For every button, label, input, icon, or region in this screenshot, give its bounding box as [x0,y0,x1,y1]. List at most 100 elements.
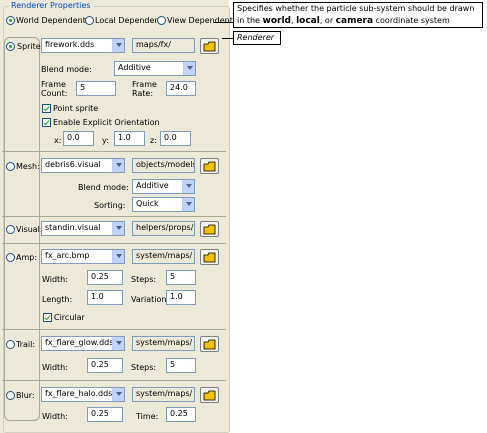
radio-view-label: View Dependent [167,16,233,25]
group-title: Renderer Properties [9,0,93,11]
radio-blur[interactable] [6,391,15,400]
section-divider [2,243,226,244]
amp-variation-input[interactable]: 1.0 [166,290,196,305]
chevron-down-icon [112,159,124,172]
section-divider [2,380,226,381]
orient-x-label: x: [54,136,62,145]
sprite-file-dropdown[interactable]: firework.dds [41,38,125,53]
amp-steps-label: Steps: [131,275,157,284]
folder-icon [203,161,216,172]
trail-width-input[interactable]: 0.25 [87,358,123,373]
folder-icon [203,224,216,235]
blur-width-input[interactable]: 0.25 [87,407,123,422]
mesh-browse-button[interactable] [200,158,219,174]
radio-local-dependent[interactable] [85,16,94,25]
orient-x-input[interactable]: 0.0 [63,131,94,146]
mesh-path-field: objects/models/ [132,158,195,173]
radio-local-label: Local Dependent [95,16,163,25]
blur-time-input[interactable]: 0.25 [166,407,196,422]
radio-world-dependent[interactable] [6,16,15,25]
tooltip-line1: Specifies whether the particle sub-syste… [237,4,475,13]
blur-file-dropdown[interactable]: fx_flare_halo.dds [41,387,125,402]
circular-checkbox[interactable] [43,313,52,322]
renderer-callout: Renderer [233,31,281,45]
trail-file-dropdown[interactable]: fx_flare_glow.dds [41,336,125,351]
amp-browse-button[interactable] [200,249,219,265]
sprite-path-field: maps/fx/ [132,38,195,53]
point-sprite-checkbox[interactable] [42,104,51,113]
visual-path-field: helpers/props/ [132,221,195,236]
amp-width-input[interactable]: 0.25 [87,270,123,285]
orient-z-input[interactable]: 0.0 [160,131,191,146]
trail-steps-input[interactable]: 5 [166,358,196,373]
amp-variation-label: Variation: [131,295,170,304]
radio-mesh[interactable] [6,162,15,171]
visual-label: Visual: [16,225,43,234]
chevron-down-icon [112,337,124,350]
sprite-blend-label: Blend mode: [41,65,92,74]
section-divider [2,216,226,217]
tooltip-line2: in the world, local, or camera coordinat… [237,16,450,26]
folder-icon [203,252,216,263]
folder-icon [203,41,216,52]
radio-world-label: World Dependent [16,16,86,25]
trail-browse-button[interactable] [200,336,219,352]
chevron-down-icon [183,62,195,75]
trail-path-field: system/maps/ [132,336,195,351]
blur-browse-button[interactable] [200,387,219,403]
folder-icon [203,390,216,401]
chevron-down-icon [112,39,124,52]
chevron-down-icon [112,388,124,401]
mesh-sorting-dropdown[interactable]: Quick [132,197,195,212]
sprite-blend-dropdown[interactable]: Additive [114,61,196,76]
mesh-blend-dropdown[interactable]: Additive [132,179,195,194]
circular-label: Circular [54,313,85,322]
blur-width-label: Width: [42,412,68,421]
radio-visual[interactable] [6,225,15,234]
sprite-label: Sprite [17,42,41,51]
mesh-file-dropdown[interactable]: debris6.visual [41,158,125,173]
point-sprite-label: Point sprite [53,104,99,113]
chevron-down-icon [182,180,194,193]
section-divider [2,329,226,330]
trail-label: Trail: [16,340,36,349]
radio-amp[interactable] [6,253,15,262]
amp-label: Amp: [16,253,38,262]
chevron-down-icon [112,222,124,235]
mesh-sorting-label: Sorting: [94,201,126,210]
orient-y-input[interactable]: 1.0 [114,131,145,146]
chevron-down-icon [112,250,124,263]
frame-rate-input[interactable]: 24.0 [166,81,196,96]
visual-file-dropdown[interactable]: standin.visual [41,221,125,236]
amp-width-label: Width: [42,275,68,284]
explicit-orientation-label: Enable Explicit Orientation [53,118,160,127]
explicit-orientation-checkbox[interactable] [42,118,51,127]
section-divider [2,151,226,152]
amp-length-input[interactable]: 1.0 [87,290,123,305]
coordinate-tooltip: Specifies whether the particle sub-syste… [233,2,483,28]
chevron-down-icon [182,198,194,211]
frame-rate-label-2: Rate: [132,89,154,98]
sprite-browse-button[interactable] [200,38,219,54]
trail-steps-label: Steps: [131,363,157,372]
blur-label: Blur: [16,391,35,400]
amp-length-label: Length: [42,295,73,304]
blur-path-field: system/maps/ [132,387,195,402]
radio-view-dependent[interactable] [157,16,166,25]
amp-path-field: system/maps/ [132,249,195,264]
mesh-label: Mesh: [16,162,40,171]
folder-icon [203,339,216,350]
tooltip-leader-line [214,22,233,23]
blur-time-label: Time: [136,412,159,421]
radio-trail[interactable] [6,340,15,349]
amp-file-dropdown[interactable]: fx_arc.bmp [41,249,125,264]
mesh-blend-label: Blend mode: [78,183,129,192]
trail-width-label: Width: [42,363,68,372]
frame-count-input[interactable]: 5 [76,81,116,96]
visual-browse-button[interactable] [200,221,219,237]
amp-steps-input[interactable]: 5 [166,270,196,285]
radio-sprite[interactable] [6,42,15,51]
callout-leader-line [222,38,233,39]
orient-y-label: y: [102,136,109,145]
frame-count-label-2: Count: [41,89,68,98]
